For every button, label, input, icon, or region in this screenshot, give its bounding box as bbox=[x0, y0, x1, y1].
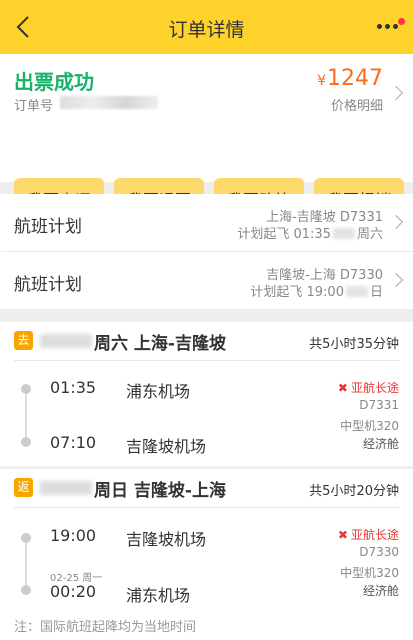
departure-airport: 浦东机场 bbox=[126, 382, 191, 401]
arrival-dot bbox=[21, 585, 31, 595]
segment-title: 周日 吉隆坡-上海 bbox=[94, 481, 226, 501]
segment-duration: 共5小时35分钟 bbox=[309, 337, 399, 352]
price-amount: 1247 bbox=[327, 66, 383, 91]
airline-name: ✖ 亚航长途 bbox=[338, 526, 399, 543]
notification-badge bbox=[398, 18, 405, 25]
segment-header: 去 周六 上海-吉隆坡 共5小时35分钟 bbox=[0, 322, 413, 358]
segment-tag: 去 bbox=[14, 331, 33, 350]
date-redacted bbox=[345, 286, 368, 297]
arrival-time: 00:20 bbox=[50, 582, 97, 601]
divider bbox=[14, 507, 399, 508]
flight-plan-time: 计划起飞 19:00 日 bbox=[250, 281, 383, 300]
segment-tag: 返 bbox=[14, 478, 33, 497]
flight-plan-weekday: 日 bbox=[369, 285, 383, 300]
flight-plan-time: 计划起飞 01:35 周六 bbox=[237, 223, 383, 242]
timeline-rail bbox=[25, 539, 27, 589]
cabin-class: 经济舱 bbox=[362, 584, 399, 598]
flight-plan-label: 航班计划 bbox=[14, 217, 82, 237]
more-icon[interactable] bbox=[375, 14, 405, 40]
segment-outbound: 去 周六 上海-吉隆坡 共5小时35分钟 01:35 浦东机场 07:10 吉隆… bbox=[0, 322, 413, 466]
segment-return: 返 周日 吉隆坡-上海 共5小时20分钟 19:00 吉隆坡机场 02-25 周… bbox=[0, 469, 413, 640]
nav-bar: 订单详情 bbox=[0, 0, 413, 54]
chevron-right-icon[interactable] bbox=[388, 85, 404, 101]
currency-symbol: ¥ bbox=[317, 73, 326, 89]
ticket-status: 出票成功 bbox=[14, 70, 94, 94]
aircraft-type: 中型机320 bbox=[340, 566, 399, 580]
arrival-dot bbox=[21, 437, 31, 447]
arrival-airport: 吉隆坡机场 bbox=[126, 437, 207, 456]
airline-text: 亚航长途 bbox=[350, 528, 399, 542]
departure-dot bbox=[21, 384, 31, 394]
chevron-right-icon[interactable] bbox=[388, 272, 404, 288]
flight-plan-weekday: 周六 bbox=[356, 227, 383, 242]
flight-plan-time-text: 计划起飞 19:00 bbox=[250, 285, 344, 300]
arrival-time: 07:10 bbox=[50, 433, 97, 452]
date-redacted bbox=[40, 481, 92, 495]
departure-time: 19:00 bbox=[50, 526, 97, 545]
airline-text: 亚航长途 bbox=[350, 381, 399, 395]
date-redacted bbox=[332, 228, 355, 239]
airline-logo-icon: ✖ bbox=[337, 528, 348, 542]
page-title: 订单详情 bbox=[168, 19, 245, 41]
timeline-rail bbox=[25, 390, 27, 442]
price-detail-link[interactable]: 价格明细 bbox=[331, 95, 383, 114]
chevron-right-icon[interactable] bbox=[388, 214, 404, 230]
arrival-airport: 浦东机场 bbox=[126, 586, 191, 605]
departure-dot bbox=[21, 533, 31, 543]
flight-plan-label: 航班计划 bbox=[14, 275, 82, 295]
airline-name: ✖ 亚航长途 bbox=[338, 379, 399, 396]
flight-plan-outbound[interactable]: 航班计划 上海-吉隆坡 D7331 计划起飞 01:35 周六 bbox=[0, 194, 413, 251]
segment-title: 周六 上海-吉隆坡 bbox=[94, 334, 226, 354]
divider bbox=[14, 360, 399, 361]
segment-header: 返 周日 吉隆坡-上海 共5小时20分钟 bbox=[0, 469, 413, 505]
order-status-card: 出票成功 订单号 ¥1247 价格明细 我要点评 我要退票 我要改签 我要报销 bbox=[0, 54, 413, 220]
cabin-class: 经济舱 bbox=[362, 437, 399, 451]
flight-number: D7331 bbox=[359, 398, 399, 412]
flight-plan-time-text: 计划起飞 01:35 bbox=[237, 227, 331, 242]
flight-number: D7330 bbox=[359, 545, 399, 559]
aircraft-type: 中型机320 bbox=[340, 419, 399, 433]
flight-plan-return[interactable]: 航班计划 吉隆坡-上海 D7330 计划起飞 19:00 日 bbox=[0, 252, 413, 309]
departure-airport: 吉隆坡机场 bbox=[126, 530, 207, 549]
date-redacted bbox=[40, 334, 92, 348]
order-number-redacted bbox=[60, 96, 158, 109]
segment-duration: 共5小时20分钟 bbox=[309, 484, 399, 499]
departure-time: 01:35 bbox=[50, 378, 97, 397]
order-number-label: 订单号 bbox=[14, 99, 54, 114]
timezone-note: 注：国际航班起降均为当地时间 bbox=[14, 620, 197, 635]
order-price[interactable]: ¥1247 bbox=[317, 66, 383, 91]
airline-logo-icon: ✖ bbox=[337, 381, 348, 395]
